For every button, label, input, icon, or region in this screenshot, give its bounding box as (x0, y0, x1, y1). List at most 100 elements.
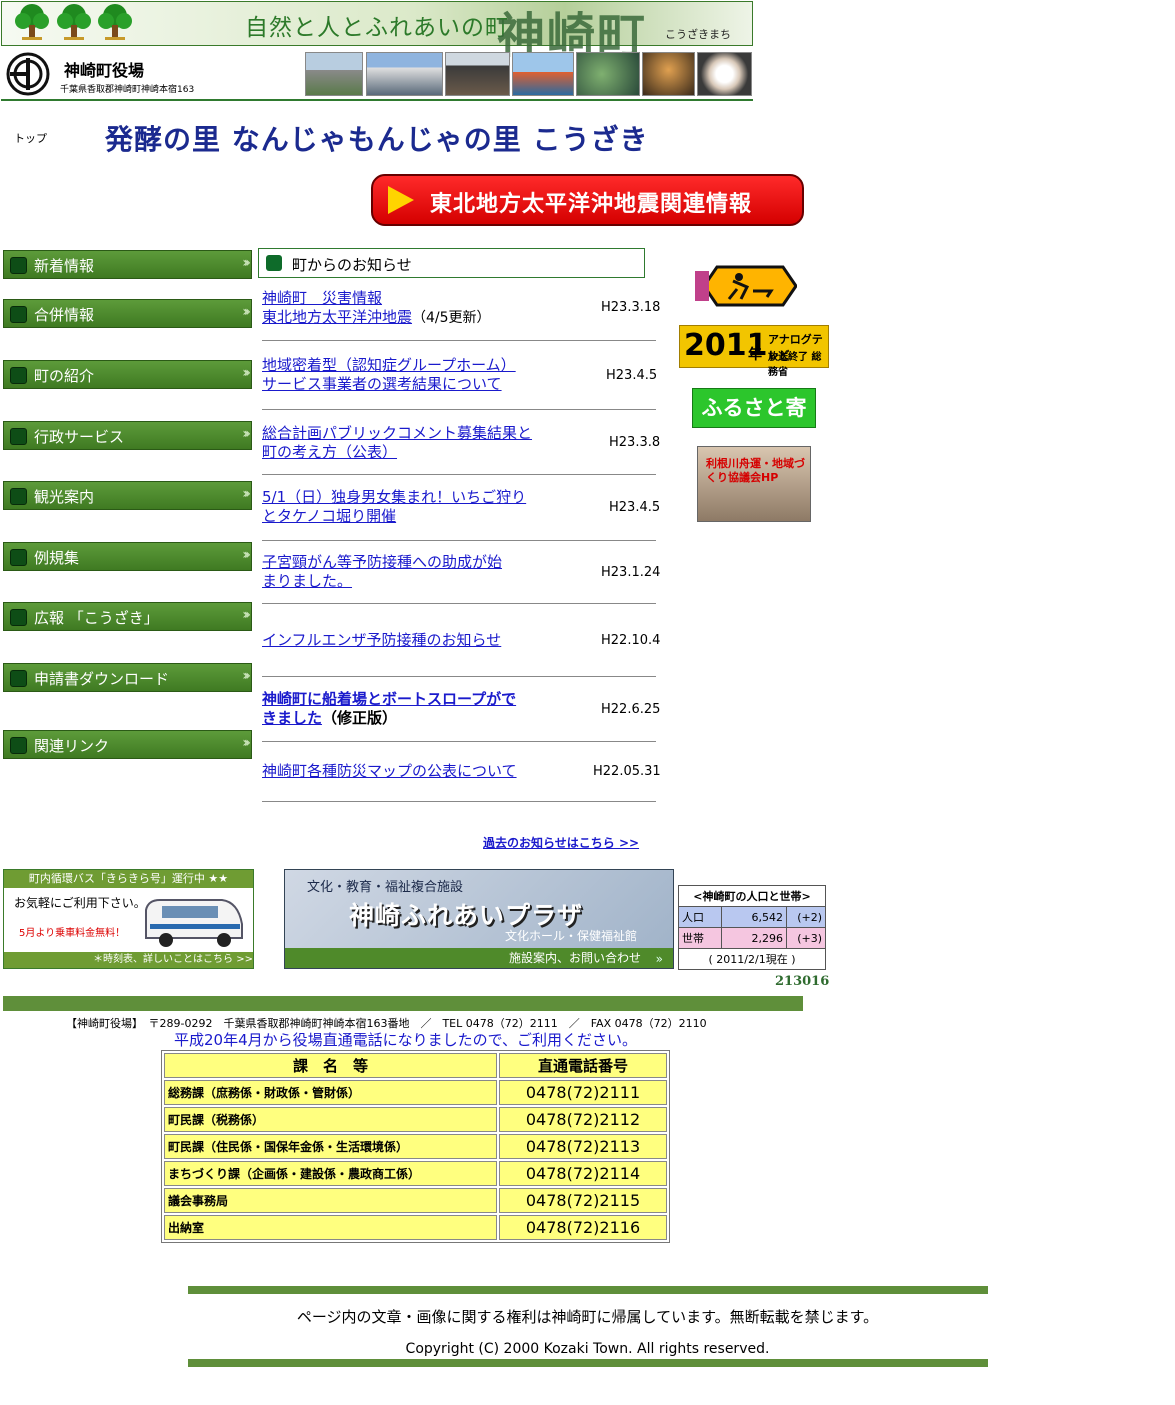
phone-number: 0478(72)2111 (499, 1080, 667, 1105)
notice-suffix: （修正版） (322, 709, 398, 727)
bus-timetable-link[interactable]: ＊時刻表、詳しいことはこちら >> (4, 952, 253, 968)
notice-link[interactable]: 町の考え方（公表） (262, 443, 397, 461)
divider-bar (3, 996, 803, 1011)
bullet-icon (10, 306, 27, 323)
notice-link[interactable]: 神崎町各種防災マップの公表について (262, 762, 517, 780)
bullet-icon (266, 255, 282, 271)
nav-item-label: 行政サービス (34, 428, 125, 446)
notice-link[interactable]: 東北地方太平洋沖地震 (262, 308, 412, 326)
table-row: 議会事務局 0478(72)2115 (164, 1188, 667, 1213)
notice-item: 総合計画パブリックコメント募集結果と 町の考え方（公表） (262, 424, 532, 462)
banner-slogan: 自然と人とふれあいの町 (245, 15, 509, 41)
banner-year-suffix: 年 (748, 347, 762, 363)
population-value: 6,542 (721, 906, 787, 928)
plaza-info-link[interactable]: 施設案内、お問い合わせ (285, 948, 673, 968)
bullet-icon (10, 488, 27, 505)
notice-item: 神崎町各種防災マップの公表について (262, 762, 532, 781)
community-bus-banner[interactable]: 町内循環バス「きらきら号」運行中 ★★ お気軽にご利用下さい。 5月より乗車料金… (3, 869, 254, 969)
nav-item-merger[interactable]: 合併情報 ››› (3, 299, 252, 328)
dept-name: 出納室 (164, 1215, 497, 1240)
dept-name: 町民課（住民係・国保年金係・生活環境係） (164, 1134, 497, 1159)
notice-date: H23.3.18 (601, 300, 661, 315)
notice-link[interactable]: 地域密着型（認知症グループホーム） (262, 356, 516, 374)
divider (262, 801, 656, 802)
nav-item-downloads[interactable]: 申請書ダウンロード ››› (3, 663, 252, 692)
bullet-icon (10, 670, 27, 687)
chevron-right-icon: ››› (242, 607, 251, 623)
notice-link[interactable]: 5/1（日）独身男女集まれ！いちご狩り (262, 488, 526, 506)
chevron-right-icon: ››› (242, 547, 251, 563)
breadcrumb-top[interactable]: トップ (14, 130, 47, 146)
analog-tv-end-banner[interactable]: 2011 年 アナログテレビ 放送終了 総務省 (679, 325, 829, 378)
notice-item: 子宮頸がん等予防接種への助成が始 まりました。 (262, 553, 532, 591)
furusato-donation-banner[interactable]: ふるさと寄附金 (692, 388, 816, 458)
nav-item-town-intro[interactable]: 町の紹介 ››› (3, 360, 252, 389)
town-emblem-icon[interactable] (6, 52, 50, 96)
notice-link[interactable]: とタケノコ堀り開催 (262, 507, 396, 525)
past-notices-link[interactable]: 過去のお知らせはこちら >> (483, 834, 639, 851)
copyright-japanese: ページ内の文章・画像に関する権利は神崎町に帰属しています。無断転載を禁じます。 (296, 1308, 879, 1326)
nav-item-links[interactable]: 関連リンク ››› (3, 730, 252, 759)
nav-item-news[interactable]: 新着情報 ››› (3, 250, 252, 279)
bullet-icon (10, 609, 27, 626)
notice-link[interactable]: インフルエンザ予防接種のお知らせ (262, 631, 501, 649)
notice-link[interactable]: 神崎町に船着場とボートスロープがで (262, 690, 516, 708)
nav-item-label: 広報 「こうざき」 (34, 609, 159, 627)
notice-link[interactable]: 総合計画パブリックコメント募集結果と (262, 424, 532, 442)
notice-link[interactable]: 神崎町 災害情報 (262, 289, 382, 307)
nav-item-label: 申請書ダウンロード (34, 670, 170, 688)
photo-bridge (512, 52, 574, 96)
notice-date: H23.4.5 (606, 368, 658, 383)
notice-heading-label: 町からのお知らせ (292, 256, 412, 274)
notice-link[interactable]: きました (262, 709, 322, 727)
banner-label: 利根川舟運・地域づくり協議会HP (706, 457, 805, 484)
play-arrow-icon (388, 186, 414, 214)
chevron-right-icon: ››› (242, 365, 251, 381)
bus-banner-free-note: 5月より乗車料金無料！ (19, 928, 126, 939)
nav-item-newsletter[interactable]: 広報 「こうざき」 ››› (3, 602, 252, 631)
divider (262, 540, 656, 541)
notice-item: 5/1（日）独身男女集まれ！いちご狩り とタケノコ堀り開催 (262, 488, 532, 526)
notice-link[interactable]: 子宮頸がん等予防接種への助成が始 (262, 553, 502, 571)
nav-item-tourism[interactable]: 観光案内 ››› (3, 481, 252, 510)
notice-item: 神崎町に船着場とボートスロープがで きました（修正版） (262, 690, 532, 728)
office-name[interactable]: 神崎町役場 (64, 57, 144, 81)
dept-name: 総務課（庶務係・財政係・管財係） (164, 1080, 497, 1105)
under-construction-banner[interactable] (693, 265, 797, 307)
notice-item: 神崎町 災害情報 東北地方太平洋沖地震（4/5更新） (262, 289, 532, 328)
bullet-icon (10, 367, 27, 384)
phone-directory-table: 課 名 等直通電話番号 総務課（庶務係・財政係・管財係） 0478(72)2111… (161, 1050, 670, 1243)
notice-date: H23.4.5 (609, 500, 661, 515)
banner-line2: 放送終了 総務省 (768, 352, 822, 378)
photo-festival (642, 52, 695, 96)
tonegawa-council-banner[interactable]: 利根川舟運・地域づくり協議会HP (697, 446, 811, 522)
notice-date: H23.3.8 (609, 435, 661, 450)
tree-icon (15, 4, 49, 40)
chevron-right-icon: » (655, 952, 663, 966)
phone-number: 0478(72)2116 (499, 1215, 667, 1240)
phone-number: 0478(72)2114 (499, 1161, 667, 1186)
earthquake-info-label[interactable]: 東北地方太平洋沖地震関連情報 (430, 186, 752, 218)
divider (262, 474, 656, 475)
divider (262, 340, 656, 341)
notice-suffix: （4/5更新） (412, 310, 491, 326)
dept-name: まちづくり課（企画係・建設係・農政商工係） (164, 1161, 497, 1186)
phone-note: 平成20年4月から役場直通電話になりましたので、ご利用ください。 (174, 1031, 638, 1049)
divider (262, 409, 656, 410)
nav-item-label: 例規集 (34, 549, 80, 567)
plaza-subtitle: 文化・教育・福祉複合施設 (307, 880, 464, 895)
bus-banner-text: お気軽にご利用下さい。 (14, 896, 146, 910)
notice-link[interactable]: サービス事業者の選考結果について (262, 375, 502, 393)
nav-item-services[interactable]: 行政サービス ››› (3, 421, 252, 450)
household-label: 世帯 (678, 927, 722, 949)
nav-item-regulations[interactable]: 例規集 ››› (3, 542, 252, 571)
table-header: 直通電話番号 (499, 1053, 667, 1078)
bullet-icon (10, 428, 27, 445)
table-row: 町民課（税務係） 0478(72)2112 (164, 1107, 667, 1132)
chevron-right-icon: ››› (242, 304, 251, 320)
notice-heading: 町からのお知らせ (258, 248, 645, 278)
fureai-plaza-banner[interactable]: 文化・教育・福祉複合施設 神崎ふれあいプラザ 文化ホール・保健福祉館 施設案内、… (284, 869, 674, 969)
notice-link[interactable]: まりました。 (262, 572, 352, 590)
population-change: (+2) (786, 906, 826, 928)
phone-number: 0478(72)2115 (499, 1188, 667, 1213)
